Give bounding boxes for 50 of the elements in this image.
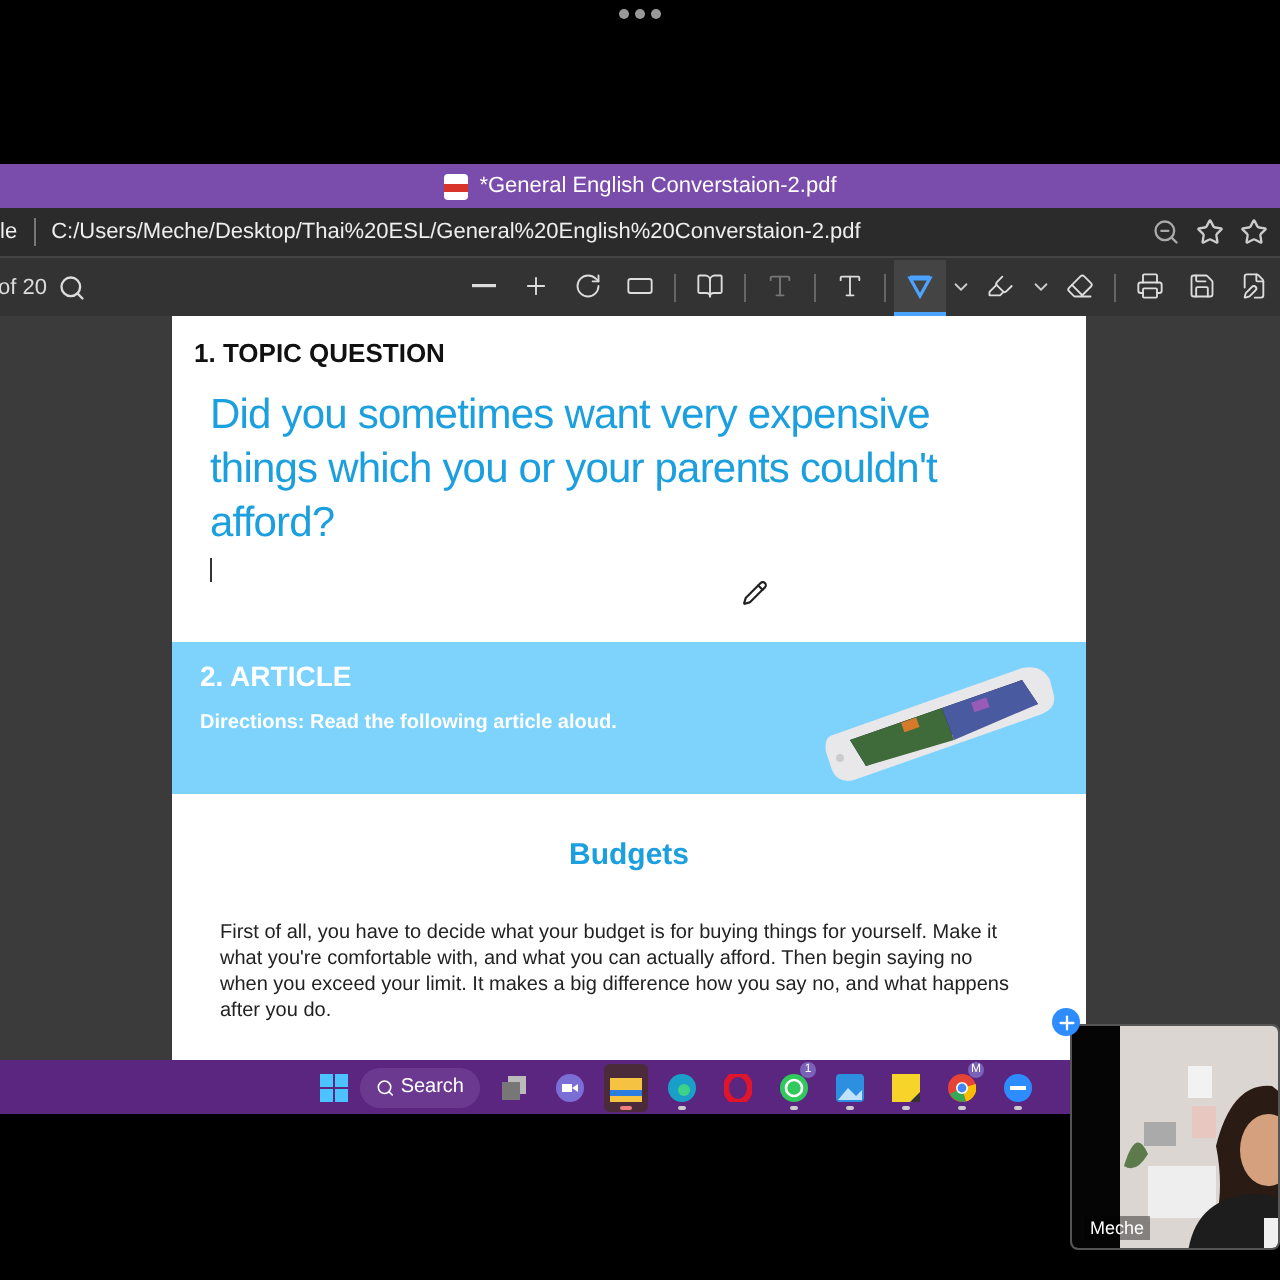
save-icon	[1188, 271, 1217, 299]
read-aloud-icon	[766, 271, 795, 299]
print-icon	[1136, 271, 1165, 299]
running-indicator	[1014, 1105, 1022, 1109]
search-icon	[376, 1077, 395, 1097]
taskbar-app[interactable]	[604, 1063, 648, 1111]
plus-icon	[522, 271, 551, 299]
running-indicator	[620, 1105, 632, 1109]
article-title: Budgets	[567, 838, 691, 872]
chrome-icon	[948, 1073, 976, 1101]
search-icon[interactable]	[58, 273, 87, 301]
article-paragraph: First of all, you have to decide what your budget is for buying things for yourself. Make it what you're comfortable with, and what you can actually afford. Then begin saying no when you exceed your limit. It makes a big difference how you say no, and what happens after you do.	[220, 920, 1010, 1024]
file-path[interactable]: C:/Users/Meche/Desktop/Thai%20ESL/General%20English%20Converstaion-2.pdf	[51, 220, 1136, 244]
plus-icon	[1055, 1011, 1077, 1033]
photos-icon	[836, 1073, 864, 1101]
save-as-icon	[1240, 271, 1269, 299]
minus-icon	[472, 283, 497, 287]
window-title: *General English Converstaion-2.pdf	[479, 174, 837, 198]
section-heading: 1. TOPIC QUESTION	[194, 338, 447, 368]
task-view-icon	[500, 1073, 528, 1101]
video-call-icon	[556, 1073, 584, 1101]
pen-cursor-icon	[742, 580, 768, 606]
running-indicator	[846, 1105, 854, 1109]
favorites-icon[interactable]	[1240, 218, 1268, 246]
topic-question: Did you sometimes want very expensive things which you or your parents couldn't afford?	[210, 390, 940, 550]
menu-label[interactable]: le	[0, 220, 18, 244]
zoom-out-icon[interactable]	[1152, 218, 1180, 246]
directions-text: Directions: Read the following article aloud.	[200, 712, 617, 734]
running-indicator	[902, 1105, 910, 1109]
windows-icon[interactable]	[320, 1073, 348, 1101]
highlighter-icon	[986, 271, 1015, 299]
folder-icon	[610, 1073, 642, 1101]
chat-icon	[780, 1073, 808, 1101]
rotate-icon	[574, 271, 603, 299]
browser-icon	[668, 1073, 696, 1101]
running-indicator	[958, 1105, 966, 1109]
search-field[interactable]: Search	[360, 1067, 480, 1107]
favorite-icon[interactable]	[1196, 218, 1224, 246]
draw-icon	[906, 271, 935, 299]
running-indicator	[790, 1105, 798, 1109]
draw-button[interactable]	[894, 259, 947, 315]
sticky-note-icon	[892, 1073, 920, 1101]
section-heading: 2. ARTICLE	[200, 660, 354, 692]
page-view-icon	[696, 271, 725, 299]
eraser-icon	[1066, 271, 1095, 299]
text-box-icon	[836, 271, 865, 299]
more-icon[interactable]	[618, 8, 662, 20]
running-indicator	[678, 1105, 686, 1109]
pdf-file-icon	[443, 173, 468, 199]
text-cursor	[210, 558, 212, 582]
